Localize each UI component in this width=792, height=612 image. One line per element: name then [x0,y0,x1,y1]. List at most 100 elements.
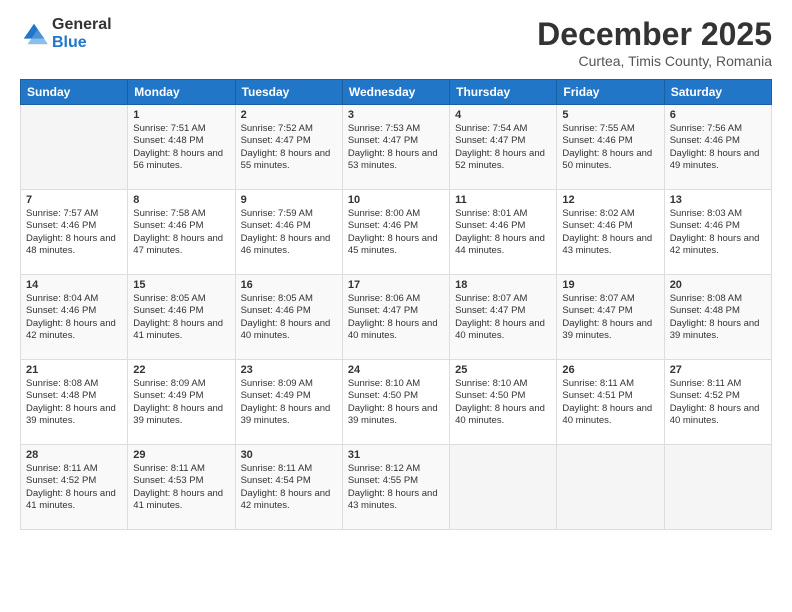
day-number: 10 [348,194,444,206]
calendar-cell-w1-d0 [21,105,128,190]
day-number: 7 [26,194,122,206]
calendar-cell-w5-d4 [450,445,557,530]
calendar-cell-w2-d6: 13 Sunrise: 8:03 AM Sunset: 4:46 PM Dayli… [664,190,771,275]
day-info: Sunrise: 8:08 AM Sunset: 4:48 PM Dayligh… [670,293,766,342]
calendar-cell-w4-d6: 27 Sunrise: 8:11 AM Sunset: 4:52 PM Dayli… [664,360,771,445]
day-info: Sunrise: 8:03 AM Sunset: 4:46 PM Dayligh… [670,208,766,257]
calendar-cell-w1-d6: 6 Sunrise: 7:56 AM Sunset: 4:46 PM Daylig… [664,105,771,190]
day-info: Sunrise: 8:07 AM Sunset: 4:47 PM Dayligh… [562,293,658,342]
day-info: Sunrise: 8:11 AM Sunset: 4:53 PM Dayligh… [133,463,229,512]
day-info: Sunrise: 8:11 AM Sunset: 4:52 PM Dayligh… [670,378,766,427]
page: General Blue December 2025 Curtea, Timis… [0,0,792,612]
calendar-cell-w4-d3: 24 Sunrise: 8:10 AM Sunset: 4:50 PM Dayli… [342,360,449,445]
day-info: Sunrise: 7:57 AM Sunset: 4:46 PM Dayligh… [26,208,122,257]
title-section: December 2025 Curtea, Timis County, Roma… [537,16,772,69]
day-number: 15 [133,279,229,291]
week-row-3: 14Sunrise: 8:04 AM Sunset: 4:46 PM Dayli… [21,275,772,360]
week-row-2: 7 Sunrise: 7:57 AM Sunset: 4:46 PM Daylig… [21,190,772,275]
day-info: Sunrise: 8:09 AM Sunset: 4:49 PM Dayligh… [241,378,337,427]
day-number: 19 [562,279,658,291]
day-info: Sunrise: 8:01 AM Sunset: 4:46 PM Dayligh… [455,208,551,257]
week-row-4: 21 Sunrise: 8:08 AM Sunset: 4:48 PM Dayli… [21,360,772,445]
day-info: Sunrise: 7:58 AM Sunset: 4:46 PM Dayligh… [133,208,229,257]
day-info: Sunrise: 8:00 AM Sunset: 4:46 PM Dayligh… [348,208,444,257]
calendar-cell-w4-d1: 22Sunrise: 8:09 AM Sunset: 4:49 PM Dayli… [128,360,235,445]
day-info: Sunrise: 8:07 AM Sunset: 4:47 PM Dayligh… [455,293,551,342]
calendar-cell-w5-d0: 28Sunrise: 8:11 AM Sunset: 4:52 PM Dayli… [21,445,128,530]
day-info: Sunrise: 8:08 AM Sunset: 4:48 PM Dayligh… [26,378,122,427]
calendar-cell-w2-d4: 11 Sunrise: 8:01 AM Sunset: 4:46 PM Dayli… [450,190,557,275]
day-number: 1 [133,109,229,121]
calendar-cell-w4-d5: 26 Sunrise: 8:11 AM Sunset: 4:51 PM Dayli… [557,360,664,445]
weekday-header-row: Sunday Monday Tuesday Wednesday Thursday… [21,80,772,105]
day-number: 5 [562,109,658,121]
header-friday: Friday [557,80,664,105]
calendar-cell-w2-d0: 7 Sunrise: 7:57 AM Sunset: 4:46 PM Daylig… [21,190,128,275]
day-number: 29 [133,449,229,461]
calendar-cell-w2-d2: 9Sunrise: 7:59 AM Sunset: 4:46 PM Daylig… [235,190,342,275]
day-number: 26 [562,364,658,376]
calendar-table: Sunday Monday Tuesday Wednesday Thursday… [20,79,772,530]
header-monday: Monday [128,80,235,105]
day-info: Sunrise: 8:10 AM Sunset: 4:50 PM Dayligh… [455,378,551,427]
day-number: 16 [241,279,337,291]
calendar-cell-w3-d0: 14Sunrise: 8:04 AM Sunset: 4:46 PM Dayli… [21,275,128,360]
day-info: Sunrise: 8:10 AM Sunset: 4:50 PM Dayligh… [348,378,444,427]
day-info: Sunrise: 7:51 AM Sunset: 4:48 PM Dayligh… [133,123,229,172]
day-number: 27 [670,364,766,376]
day-number: 9 [241,194,337,206]
day-info: Sunrise: 7:53 AM Sunset: 4:47 PM Dayligh… [348,123,444,172]
calendar-cell-w5-d3: 31 Sunrise: 8:12 AM Sunset: 4:55 PM Dayli… [342,445,449,530]
day-number: 6 [670,109,766,121]
calendar-cell-w4-d4: 25 Sunrise: 8:10 AM Sunset: 4:50 PM Dayli… [450,360,557,445]
day-number: 24 [348,364,444,376]
day-info: Sunrise: 8:05 AM Sunset: 4:46 PM Dayligh… [133,293,229,342]
day-number: 25 [455,364,551,376]
day-number: 20 [670,279,766,291]
day-info: Sunrise: 8:11 AM Sunset: 4:51 PM Dayligh… [562,378,658,427]
day-number: 13 [670,194,766,206]
day-info: Sunrise: 7:55 AM Sunset: 4:46 PM Dayligh… [562,123,658,172]
calendar-cell-w2-d1: 8 Sunrise: 7:58 AM Sunset: 4:46 PM Daylig… [128,190,235,275]
week-row-5: 28Sunrise: 8:11 AM Sunset: 4:52 PM Dayli… [21,445,772,530]
day-number: 3 [348,109,444,121]
calendar-cell-w5-d6 [664,445,771,530]
calendar-cell-w5-d2: 30 Sunrise: 8:11 AM Sunset: 4:54 PM Dayli… [235,445,342,530]
day-number: 2 [241,109,337,121]
calendar-cell-w5-d5 [557,445,664,530]
day-info: Sunrise: 7:56 AM Sunset: 4:46 PM Dayligh… [670,123,766,172]
day-info: Sunrise: 8:11 AM Sunset: 4:54 PM Dayligh… [241,463,337,512]
day-number: 30 [241,449,337,461]
day-number: 8 [133,194,229,206]
day-info: Sunrise: 8:12 AM Sunset: 4:55 PM Dayligh… [348,463,444,512]
header-tuesday: Tuesday [235,80,342,105]
header-thursday: Thursday [450,80,557,105]
day-number: 21 [26,364,122,376]
day-info: Sunrise: 7:52 AM Sunset: 4:47 PM Dayligh… [241,123,337,172]
calendar-cell-w1-d2: 2 Sunrise: 7:52 AM Sunset: 4:47 PM Daylig… [235,105,342,190]
calendar-header: Sunday Monday Tuesday Wednesday Thursday… [21,80,772,105]
calendar-cell-w1-d3: 3 Sunrise: 7:53 AM Sunset: 4:47 PM Daylig… [342,105,449,190]
calendar-cell-w3-d4: 18Sunrise: 8:07 AM Sunset: 4:47 PM Dayli… [450,275,557,360]
day-number: 11 [455,194,551,206]
calendar-body: 1 Sunrise: 7:51 AM Sunset: 4:48 PM Daylig… [21,105,772,530]
day-info: Sunrise: 8:11 AM Sunset: 4:52 PM Dayligh… [26,463,122,512]
day-number: 31 [348,449,444,461]
header-sunday: Sunday [21,80,128,105]
logo: General Blue [20,16,112,51]
day-number: 12 [562,194,658,206]
day-info: Sunrise: 8:02 AM Sunset: 4:46 PM Dayligh… [562,208,658,257]
calendar-cell-w1-d1: 1 Sunrise: 7:51 AM Sunset: 4:48 PM Daylig… [128,105,235,190]
day-info: Sunrise: 8:06 AM Sunset: 4:47 PM Dayligh… [348,293,444,342]
calendar-cell-w5-d1: 29 Sunrise: 8:11 AM Sunset: 4:53 PM Dayli… [128,445,235,530]
calendar-cell-w3-d6: 20 Sunrise: 8:08 AM Sunset: 4:48 PM Dayli… [664,275,771,360]
day-number: 17 [348,279,444,291]
day-info: Sunrise: 8:05 AM Sunset: 4:46 PM Dayligh… [241,293,337,342]
calendar-cell-w3-d5: 19 Sunrise: 8:07 AM Sunset: 4:47 PM Dayli… [557,275,664,360]
calendar-cell-w1-d4: 4Sunrise: 7:54 AM Sunset: 4:47 PM Daylig… [450,105,557,190]
main-title: December 2025 [537,16,772,53]
calendar-cell-w3-d3: 17 Sunrise: 8:06 AM Sunset: 4:47 PM Dayli… [342,275,449,360]
day-number: 4 [455,109,551,121]
calendar-cell-w4-d0: 21 Sunrise: 8:08 AM Sunset: 4:48 PM Dayli… [21,360,128,445]
day-number: 14 [26,279,122,291]
